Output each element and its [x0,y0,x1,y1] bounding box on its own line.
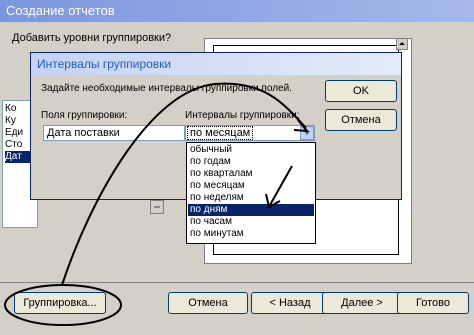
dropdown-option[interactable]: по кварталам [188,168,314,180]
list-item[interactable]: Ко [5,103,16,115]
group-field-cell[interactable]: Дата поставки [43,125,185,141]
list-item-selected[interactable]: Дат [5,151,33,163]
list-item[interactable]: Сто [5,139,22,151]
list-item[interactable]: Еди [5,127,23,139]
move-arrow-icon[interactable] [150,200,164,214]
interval-value: по месяцам [186,126,254,140]
back-button[interactable]: < Назад [251,292,329,314]
dropdown-option[interactable]: по минутам [188,228,314,240]
dialog-title-bar: Интервалы группировки [31,53,401,75]
intervals-column-label: Интервалы группировки: [185,110,300,121]
ok-button[interactable]: OK [325,80,397,102]
dropdown-option[interactable]: по часам [188,216,314,228]
dropdown-option[interactable]: обычный [188,144,314,156]
dialog-instruction: Задайте необходимые интервалы группировк… [41,83,292,94]
dropdown-option[interactable]: по месяцам [188,180,314,192]
dropdown-option-selected[interactable]: по дням [188,204,314,216]
dialog-cancel-button[interactable]: Отмена [325,109,397,131]
window-title: Создание отчетов [6,3,115,18]
dropdown-option[interactable]: по неделям [188,192,314,204]
footer-separator [0,282,474,283]
grouping-prompt: Добавить уровни группировки? [12,32,172,44]
fields-column-label: Поля группировки: [41,110,128,121]
next-button[interactable]: Далее > [322,292,402,314]
scroll-up-icon[interactable] [396,38,408,50]
list-item[interactable]: Ку [5,115,16,127]
finish-button[interactable]: Готово [397,292,469,314]
cancel-button[interactable]: Отмена [168,292,248,314]
dropdown-option[interactable]: по годам [188,156,314,168]
title-bar: Создание отчетов [0,0,474,22]
chevron-down-icon[interactable] [300,126,314,140]
interval-select[interactable]: по месяцам [185,125,315,141]
interval-dropdown-list[interactable]: обычный по годам по кварталам по месяцам… [186,142,316,244]
dialog-title: Интервалы группировки [37,57,172,71]
grouping-options-button[interactable]: Группировка... [14,292,106,314]
group-field-value: Дата поставки [47,127,120,139]
